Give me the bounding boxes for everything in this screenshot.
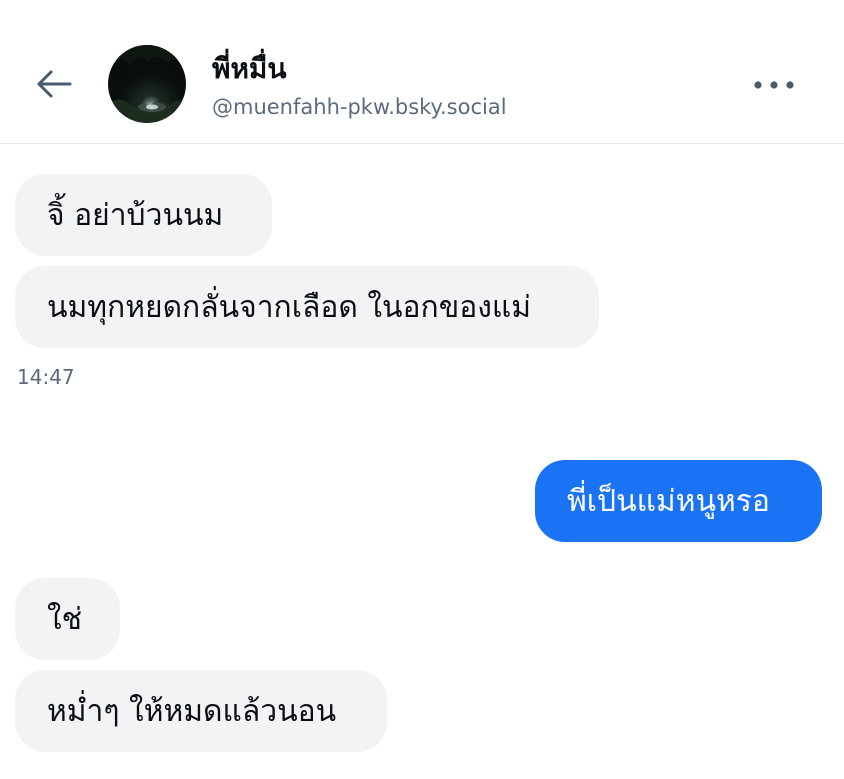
avatar-image	[108, 45, 186, 123]
back-button[interactable]	[30, 62, 78, 106]
message-text: หม่ำๆ ให้หมดแล้วนอน	[47, 693, 337, 729]
profile-handle[interactable]: @muenfahh-pkw.bsky.social	[212, 94, 507, 120]
message-text: พี่เป็นแม่หนูหรอ	[567, 483, 770, 519]
message-bubble-incoming[interactable]: จิ้ อย่าบ้วนนม	[15, 174, 272, 256]
avatar[interactable]	[108, 45, 186, 123]
arrow-left-icon	[37, 70, 72, 98]
ellipsis-icon	[754, 81, 794, 89]
message-bubble-incoming[interactable]: นมทุกหยดกลั่นจากเลือด ในอกของแม่	[15, 266, 599, 348]
message-timestamp: 14:47	[17, 365, 75, 389]
message-bubble-incoming[interactable]: หม่ำๆ ให้หมดแล้วนอน	[15, 670, 387, 752]
message-text: ใช่	[47, 601, 83, 637]
more-options-button[interactable]	[748, 70, 800, 100]
conversation-header: พี่หมื่น @muenfahh-pkw.bsky.social	[0, 0, 844, 144]
message-text: นมทุกหยดกลั่นจากเลือด ในอกของแม่	[47, 289, 531, 325]
message-bubble-outgoing[interactable]: พี่เป็นแม่หนูหรอ	[535, 460, 822, 542]
message-bubble-incoming[interactable]: ใช่	[15, 578, 120, 660]
message-text: จิ้ อย่าบ้วนนม	[47, 197, 224, 233]
profile-display-name[interactable]: พี่หมื่น	[212, 52, 287, 86]
